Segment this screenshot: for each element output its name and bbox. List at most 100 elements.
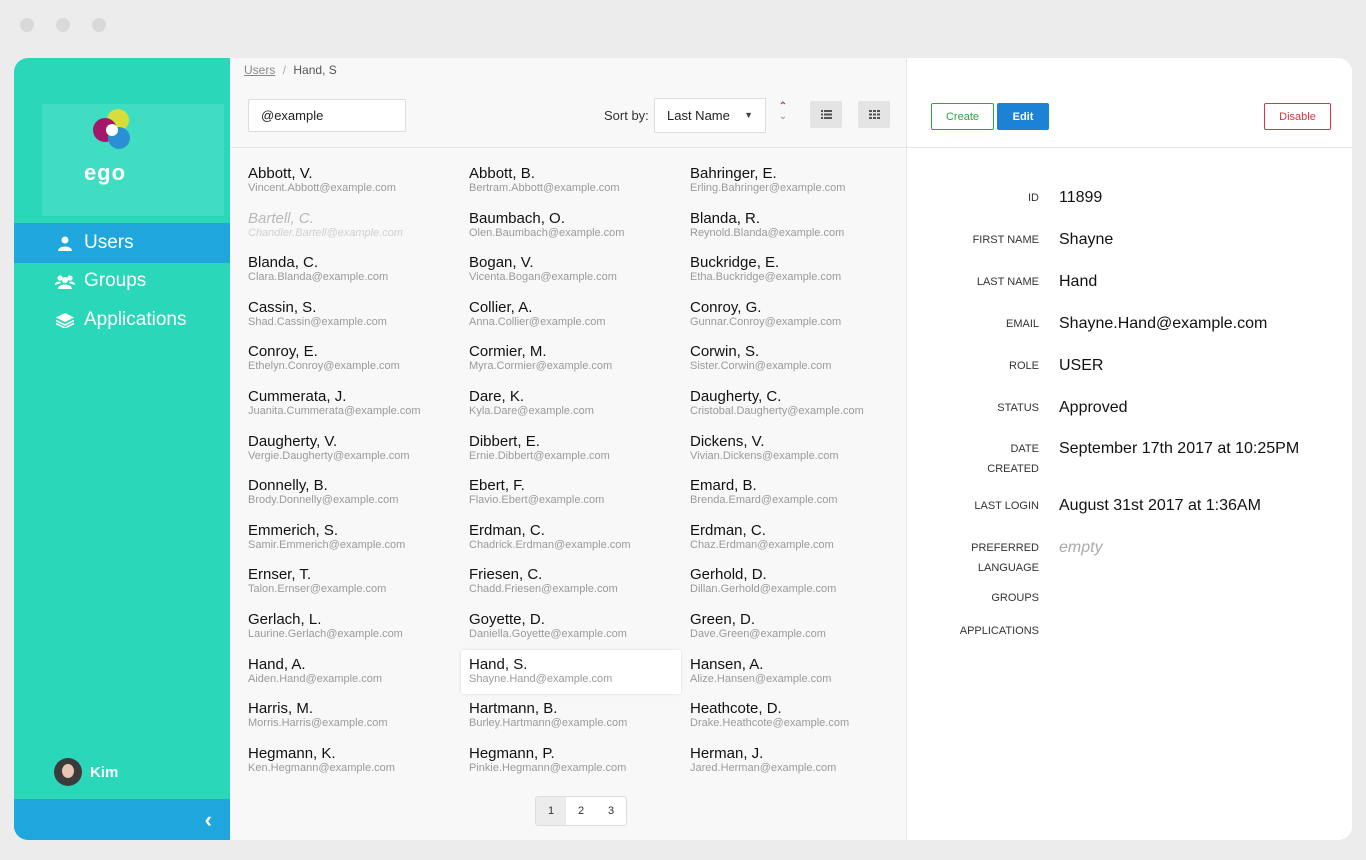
user-list-item[interactable]: Herman, J. Jared.Herman@example.com [690,744,910,788]
user-list-item[interactable]: Emmerich, S. Samir.Emmerich@example.com [248,521,468,565]
field-label: EMAIL [1005,318,1039,330]
user-email: Erling.Bahringer@example.com [690,182,846,194]
user-list-item[interactable]: Cummerata, J. Juanita.Cummerata@example.c… [248,387,468,431]
minimize-window-dot[interactable] [56,18,70,32]
sort-order-toggle[interactable]: ⌃ ⌄ [776,102,790,122]
create-button[interactable]: Create [931,103,994,130]
user-list-item[interactable]: Goyette, D. Daniella.Goyette@example.com [469,610,689,654]
user-name: Blanda, C. [248,254,319,272]
user-email: Reynold.Blanda@example.com [690,226,845,239]
user-name: Emmerich, S. [248,521,339,539]
user-list-item[interactable]: Conroy, E. Ethelyn.Conroy@example.com [248,342,468,386]
user-name: Heathcote, D. [690,700,782,718]
user-list-item[interactable]: Donnelly, B. Brody.Donnelly@example.com [248,476,468,520]
nav-users[interactable]: Users [14,223,230,263]
user-list-item[interactable]: Harris, M. Morris.Harris@example.com [248,699,468,743]
collapse-sidebar-button[interactable]: ‹ [14,799,230,840]
close-window-dot[interactable] [20,18,34,32]
user-list-item[interactable]: Collier, A. Anna.Collier@example.com [469,298,689,342]
user-list-item[interactable]: Abbott, V. Vincent.Abbott@example.com [248,164,468,208]
user-list-item[interactable]: Green, D. Dave.Green@example.com [690,610,910,654]
user-name: Erdman, C. [469,521,545,539]
user-list-item[interactable]: Conroy, G. Gunnar.Conroy@example.com [690,298,910,342]
user-list-item[interactable]: Ebert, F. Flavio.Ebert@example.com [469,476,689,520]
user-list-item[interactable]: Cassin, S. Shad.Cassin@example.com [248,298,468,342]
user-email: Ken.Hegmann@example.com [248,761,395,774]
user-list-item[interactable]: Bahringer, E. Erling.Bahringer@example.co… [690,164,910,208]
user-email: Bertram.Abbott@example.com [469,182,620,194]
user-list-item[interactable]: Baumbach, O. Olen.Baumbach@example.com [469,209,689,253]
user-list-item[interactable]: Bogan, V. Vicenta.Bogan@example.com [469,253,689,297]
breadcrumb-users-link[interactable]: Users [244,63,275,77]
user-list-item[interactable]: Buckridge, E. Etha.Buckridge@example.com [690,253,910,297]
page-button[interactable]: 3 [596,797,626,825]
user-list-item[interactable]: Friesen, C. Chadd.Friesen@example.com [469,565,689,609]
user-name: Conroy, E. [248,343,318,361]
user-email: Clara.Blanda@example.com [248,271,389,284]
user-list-item[interactable]: Erdman, C. Chaz.Erdman@example.com [690,521,910,565]
field-label: ID [1028,192,1039,204]
page-button[interactable]: 1 [536,797,566,825]
user-list-item[interactable]: Hartmann, B. Burley.Hartmann@example.com [469,699,689,743]
user-list-item[interactable]: Daugherty, V. Vergie.Daugherty@example.co… [248,432,468,476]
user-list-item[interactable]: Dibbert, E. Ernie.Dibbert@example.com [469,432,689,476]
nav-applications-label: Applications [84,309,187,330]
user-list-item[interactable]: Cormier, M. Myra.Cormier@example.com [469,342,689,386]
layers-icon [54,312,76,328]
avatar [54,758,82,786]
user-list-item[interactable]: Ernser, T. Talon.Ernser@example.com [248,565,468,609]
user-list-item[interactable]: Hegmann, K. Ken.Hegmann@example.com [248,744,468,788]
nav-applications[interactable]: Applications [14,300,230,340]
sort-label: Sort by: [604,108,649,123]
current-user[interactable]: Kim [54,758,118,786]
breadcrumb: Users / Hand, S [244,63,337,77]
user-name: Emard, B. [690,477,757,495]
logo-text: ego [83,160,127,185]
user-list-item[interactable]: Abbott, B. Bertram.Abbott@example.com [469,164,689,208]
field-label: DATE CREATED [987,443,1039,475]
user-list-item[interactable]: Hegmann, P. Pinkie.Hegmann@example.com [469,744,689,788]
search-input[interactable]: @example [248,99,406,132]
user-list-item[interactable]: Hansen, A. Alize.Hansen@example.com [690,655,910,699]
user-email: Vicenta.Bogan@example.com [469,271,617,284]
user-list-item[interactable]: Hand, S. Shayne.Hand@example.com [461,649,681,694]
user-list-item[interactable]: Bartell, C. Chandler.Bartell@example.com [248,209,468,253]
user-email: Brenda.Emard@example.com [690,494,838,507]
window-titlebar [0,0,1366,50]
page-button[interactable]: 2 [566,797,596,825]
user-list-item[interactable]: Gerlach, L. Laurine.Gerlach@example.com [248,610,468,654]
field-value: 11899 [1059,189,1103,206]
user-list-item[interactable]: Emard, B. Brenda.Emard@example.com [690,476,910,520]
sort-select[interactable]: Last Name ▼ [654,98,766,133]
user-list-item[interactable]: Corwin, S. Sister.Corwin@example.com [690,342,910,386]
nav-groups[interactable]: Groups [14,261,230,301]
list-view-button[interactable] [810,101,842,128]
field-value: Shayne.Hand@example.com [1059,315,1268,332]
user-email: Pinkie.Hegmann@example.com [469,761,627,774]
field-label: GROUPS [991,592,1039,604]
maximize-window-dot[interactable] [92,18,106,32]
user-name: Daugherty, C. [690,388,782,405]
user-list-item[interactable]: Dickens, V. Vivian.Dickens@example.com [690,432,910,476]
user-email: Chaz.Erdman@example.com [690,538,834,551]
user-details-panel: Create Edit Disable ID 11899 FIRST NAME … [906,58,1352,840]
user-list-item[interactable]: Daugherty, C. Cristobal.Daugherty@example… [690,387,910,431]
grid-view-button[interactable] [858,101,890,128]
edit-button[interactable]: Edit [997,103,1049,130]
user-name: Conroy, G. [690,298,762,316]
user-name: Dibbert, E. [469,432,540,450]
field-label: FIRST NAME [972,234,1039,246]
user-name: Ernser, T. [248,566,312,584]
user-email: Dave.Green@example.com [690,628,826,640]
user-list-item[interactable]: Erdman, C. Chadrick.Erdman@example.com [469,521,689,565]
field-value: USER [1059,357,1104,374]
field-value: Shayne [1059,231,1114,248]
user-list-item[interactable]: Blanda, C. Clara.Blanda@example.com [248,253,468,297]
user-list-item[interactable]: Hand, A. Aiden.Hand@example.com [248,655,468,699]
user-list-item[interactable]: Blanda, R. Reynold.Blanda@example.com [690,209,910,253]
user-list-item[interactable]: Dare, K. Kyla.Dare@example.com [469,387,689,431]
user-email: Shad.Cassin@example.com [248,315,387,328]
user-list-item[interactable]: Heathcote, D. Drake.Heathcote@example.com [690,699,910,743]
disable-button[interactable]: Disable [1264,103,1331,130]
user-list-item[interactable]: Gerhold, D. Dillan.Gerhold@example.com [690,565,910,609]
